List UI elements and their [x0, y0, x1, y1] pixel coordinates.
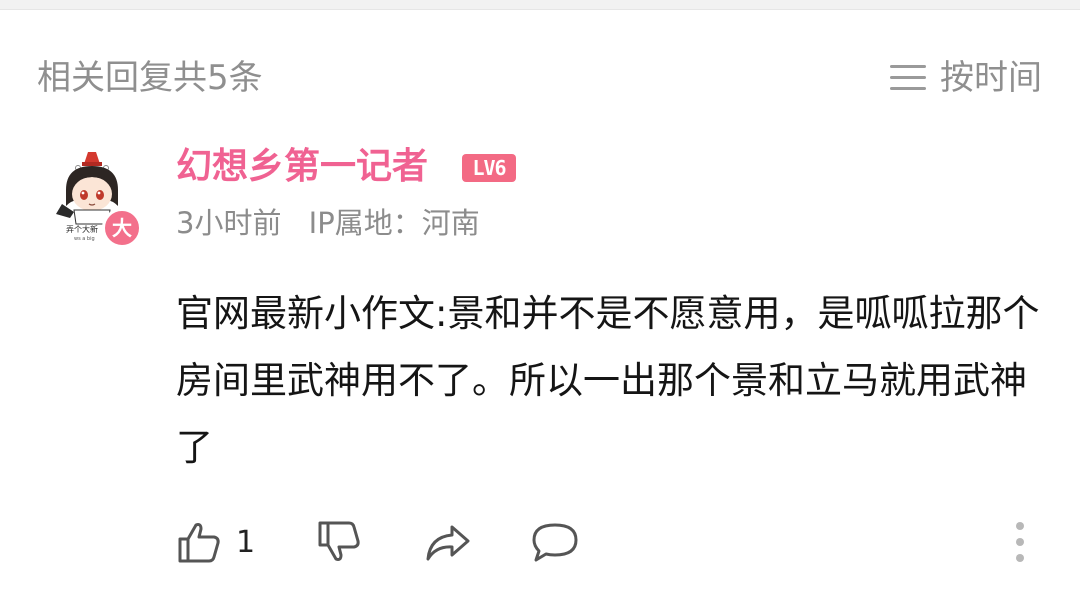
username[interactable]: 幻想乡第一记者 — [176, 144, 428, 190]
avatar-caption: 弄个大新 — [66, 224, 98, 234]
like-count: 1 — [236, 524, 256, 560]
comment-content: 官网最新小作文:景和并不是不愿意用，是呱呱拉那个房间里武神用不了。所以一出那个景… — [176, 292, 1040, 469]
sort-label: 按时间 — [940, 58, 1042, 98]
avatar[interactable]: 弄个大新 ws a big 大 — [44, 148, 142, 248]
reply-button[interactable] — [530, 512, 580, 572]
comment-icon — [532, 523, 578, 562]
level-badge: LV6 — [462, 154, 516, 182]
svg-text:ws a big: ws a big — [74, 236, 95, 242]
ip-location: IP属地：河南 — [308, 206, 480, 240]
comment-time: 3小时前 — [176, 206, 282, 240]
top-divider — [0, 0, 1080, 10]
share-button[interactable] — [424, 512, 472, 572]
dislike-button[interactable] — [316, 512, 362, 572]
sort-by-time-button[interactable]: 按时间 — [890, 56, 1042, 100]
comment-meta: 3小时前 IP属地：河南 — [176, 204, 498, 242]
avatar-badge: 大 — [102, 208, 142, 248]
thumbs-down-icon — [318, 521, 360, 561]
replies-header: 相关回复共5条 按时间 — [0, 50, 1080, 104]
thumbs-up-icon — [178, 523, 220, 563]
share-icon — [426, 525, 470, 561]
replies-count-title: 相关回复共5条 — [37, 58, 263, 98]
more-vertical-icon[interactable] — [1010, 516, 1030, 568]
like-button[interactable]: 1 — [176, 512, 255, 572]
menu-lines-icon — [890, 63, 926, 93]
